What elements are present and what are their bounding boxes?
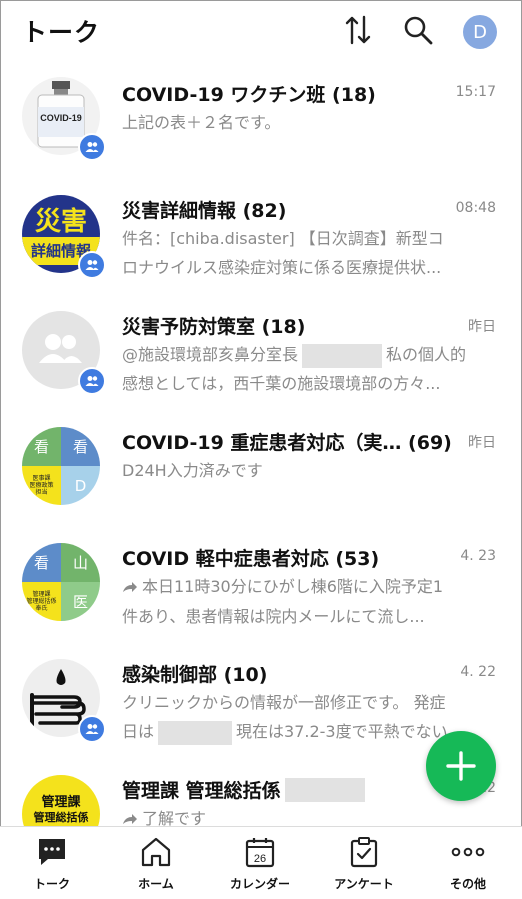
tab-label: トーク	[33, 877, 70, 891]
avatar-cell: 医	[61, 582, 100, 621]
preview-line: クリニックからの情報が一部修正です。 発症	[122, 693, 446, 712]
avatar-cell: 看	[61, 427, 100, 466]
preview-line: 件あり、患者情報は院内メールにて流し...	[122, 607, 425, 626]
forward-arrow-icon	[122, 573, 138, 602]
tab-label: カレンダー	[229, 877, 290, 891]
tab-label: アンケート	[334, 877, 394, 891]
preview-line: 上記の表＋２名です。	[122, 113, 281, 132]
chat-preview: D24H入力済みです	[122, 456, 492, 485]
chat-preview: @施設環境部亥鼻分室長 私の個人的 感想としては，西千葉の施設環境部の方々...	[122, 340, 492, 398]
vaccine-avatar-title: COVID-19	[40, 113, 82, 123]
avatar-cell: 医事課 医療政策 担当	[22, 466, 61, 505]
chat-row-covid-severe[interactable]: 看 看 医事課 医療政策 担当 D COVID-19 重症患者対応（実… (69…	[0, 410, 522, 526]
admin-avatar-icon: 管理課 管理総括係	[22, 775, 100, 826]
chat-name: COVID 軽中症患者対応 (53)	[122, 548, 380, 570]
avatar-cell: 看	[22, 427, 61, 466]
search-icon[interactable]	[402, 14, 434, 46]
avatar-line-2: 管理総括係	[33, 811, 89, 824]
calendar-icon: 26	[208, 835, 312, 869]
group-badge-icon	[78, 367, 106, 395]
chat-name: 災害詳細情報 (82)	[122, 200, 287, 222]
chat-bubble-icon	[0, 835, 104, 869]
redaction-block	[302, 343, 383, 368]
tab-label: その他	[449, 877, 486, 891]
avatar-cell: D	[61, 466, 100, 505]
chat-row-disaster-prevention[interactable]: 災害予防対策室 (18) 昨日 @施設環境部亥鼻分室長 私の個人的 感想としては，…	[0, 294, 522, 410]
chat-name: 感染制御部 (10)	[122, 664, 268, 686]
sort-icon[interactable]	[342, 14, 374, 46]
chat-preview: 上記の表＋２名です。	[122, 108, 492, 137]
survey-icon	[312, 835, 416, 869]
chat-name: 管理課 管理総括係	[122, 776, 365, 803]
chat-time: 昨日	[468, 435, 496, 451]
chat-row-covid-mild[interactable]: 看 山 管理課 管理総括係 奉氏 医 COVID 軽中症患者対応 (53) 4.…	[0, 526, 522, 642]
tab-survey[interactable]: アンケート	[312, 835, 416, 892]
chat-row-disaster-detail[interactable]: 災害 詳細情報 災害詳細情報 (82) 08:48 件名：[chiba.disa…	[0, 178, 522, 294]
tab-calendar[interactable]: 26 カレンダー	[208, 835, 312, 892]
home-icon	[104, 835, 208, 869]
chat-name: COVID-19 重症患者対応（実… (69)	[122, 432, 452, 454]
chat-time: 4. 23	[460, 548, 496, 564]
avatar-cell: 看	[22, 543, 61, 582]
group-badge-icon	[78, 251, 106, 279]
user-avatar[interactable]: D	[463, 15, 497, 49]
group-badge-icon	[78, 715, 106, 743]
header: トーク D	[0, 0, 522, 62]
chat-time: 08:48	[455, 200, 496, 216]
calendar-day: 26	[254, 853, 266, 865]
chat-time: 昨日	[468, 319, 496, 335]
chat-name: 災害予防対策室 (18)	[122, 316, 306, 338]
chat-preview: 本日11時30分にひがし棟6階に入院予定1 件あり、患者情報は院内メールにて流し…	[122, 572, 492, 631]
more-icon	[416, 835, 520, 869]
chat-time: 15:17	[455, 84, 496, 100]
avatar-line-1: 災害	[34, 207, 87, 237]
redaction-block	[284, 777, 365, 802]
chat-row-covid-vaccine[interactable]: COVID-19 COVID-19 ワクチン班 (18) 15:17 上記の表＋…	[0, 62, 522, 178]
plus-icon	[446, 751, 476, 781]
quad-avatar-icon: 看 看 医事課 医療政策 担当 D	[22, 427, 100, 505]
redaction-block	[158, 720, 233, 745]
chat-preview: クリニックからの情報が一部修正です。 発症 日は 現在は37.2-3度で平熱でない…	[122, 688, 492, 746]
new-chat-fab-button[interactable]	[426, 731, 496, 801]
avatar-cell: 管理課 管理総括係 奉氏	[22, 582, 61, 621]
tab-talk[interactable]: トーク	[0, 835, 104, 892]
page-title: トーク	[22, 18, 101, 47]
avatar-cell: 山	[61, 543, 100, 582]
tab-label: ホーム	[138, 877, 174, 891]
tab-home[interactable]: ホーム	[104, 835, 208, 892]
preview-line: 感想としては，西千葉の施設環境部の方々...	[122, 374, 441, 393]
avatar-line-1: 管理課	[41, 795, 81, 810]
bottom-tab-bar: トーク ホーム 26 カレンダー アンケート その他	[0, 826, 522, 899]
tab-more[interactable]: その他	[416, 835, 520, 892]
quad-avatar-icon: 看 山 管理課 管理総括係 奉氏 医	[22, 543, 100, 621]
preview-line: 了解です	[122, 804, 492, 826]
preview-line: 件名：[chiba.disaster] 【日次調査】新型コ	[122, 229, 444, 248]
group-badge-icon	[78, 133, 106, 161]
preview-line: D24H入力済みです	[122, 461, 263, 480]
chat-name: COVID-19 ワクチン班 (18)	[122, 84, 376, 106]
chat-time: 4. 22	[460, 664, 496, 680]
chat-preview: 了解です	[122, 804, 492, 826]
preview-line: ロナウイルス感染症対策に係る医療提供状...	[122, 258, 442, 277]
preview-line: 本日11時30分にひがし棟6階に入院予定1	[122, 572, 492, 602]
chat-preview: 件名：[chiba.disaster] 【日次調査】新型コ ロナウイルス感染症対…	[122, 224, 492, 282]
chat-list: COVID-19 COVID-19 ワクチン班 (18) 15:17 上記の表＋…	[0, 62, 522, 826]
forward-arrow-icon	[122, 805, 138, 826]
preview-line: @施設環境部亥鼻分室長 私の個人的	[122, 340, 492, 369]
